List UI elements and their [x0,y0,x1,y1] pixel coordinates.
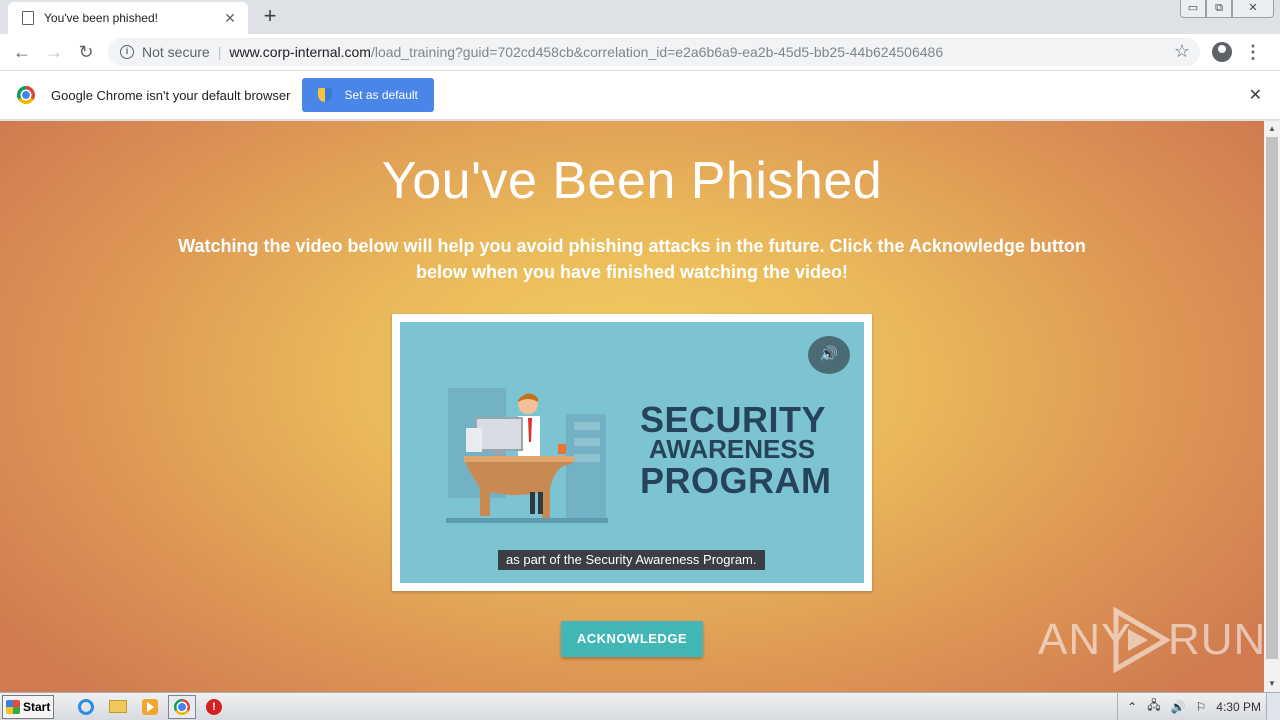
window-close-button[interactable]: ✕ [1232,0,1274,18]
address-bar[interactable]: i Not secure | www.corp-internal.com/loa… [108,38,1200,66]
scroll-up-icon[interactable]: ▲ [1264,121,1280,137]
sound-icon[interactable]: 🔊 [808,336,850,374]
chrome-logo-icon [17,86,35,104]
taskbar-explorer[interactable] [104,695,132,719]
taskbar-ie[interactable] [72,695,100,719]
forward-button[interactable]: → [38,36,70,68]
stop-icon: ! [206,698,222,715]
infobar-message: Google Chrome isn't your default browser [51,87,291,103]
video-player[interactable]: 🔊 SECURITY AWARENESS PROGRAM as part of … [400,322,864,583]
video-title: SECURITY AWARENESS PROGRAM [640,399,832,501]
anyrun-watermark: ANY RUN [1038,607,1264,677]
video-title-line2: AWARENESS [648,434,816,465]
clock[interactable]: 4:30 PM [1216,700,1261,714]
windows-logo-icon [6,699,20,714]
restore-button[interactable]: ⧉ [1206,0,1232,18]
set-as-default-label: Set as default [344,88,418,102]
tab-close-icon[interactable]: ✕ [222,10,238,27]
minimize-button[interactable]: ▭ [1180,0,1206,18]
browser-tab[interactable]: You've been phished! ✕ [8,2,248,34]
play-logo-icon [1113,607,1170,673]
action-center-icon[interactable]: ⚐ [1196,700,1207,714]
acknowledge-button[interactable]: ACKNOWLEDGE [561,621,703,657]
volume-icon[interactable]: 🔊 [1171,700,1186,714]
tab-title: You've been phished! [44,11,158,25]
scroll-down-icon[interactable]: ▼ [1264,676,1280,692]
scroll-thumb[interactable] [1266,137,1278,659]
network-icon[interactable]: 🖧 [1147,696,1160,717]
url-path[interactable]: /load_training?guid=702cd458cb&correlati… [371,44,943,60]
page-title: You've Been Phished [381,152,883,210]
tray-expand-icon[interactable]: ⌃ [1127,700,1137,714]
internet-explorer-icon [78,698,94,715]
browser-toolbar: ← → ↻ i Not secure | www.corp-internal.c… [0,34,1280,70]
info-icon[interactable]: i [120,45,134,59]
folder-icon [109,700,127,713]
office-worker-illustration [446,388,608,523]
taskbar-chrome[interactable] [168,694,196,719]
account-icon[interactable] [1212,42,1232,62]
start-button[interactable]: Start [2,694,54,719]
shield-icon [318,88,333,102]
set-as-default-button[interactable]: Set as default [302,78,434,112]
taskbar-media-player[interactable] [136,695,164,719]
show-desktop-button[interactable] [1266,693,1280,720]
default-browser-infobar: Google Chrome isn't your default browser… [0,70,1280,120]
windows-taskbar: Start ! ⌃ 🖧 🔊 ⚐ 4:30 PM [0,692,1280,720]
bookmark-star-icon[interactable]: ☆ [1174,41,1190,62]
video-title-line3: PROGRAM [640,459,832,501]
start-label: Start [23,699,51,714]
page-scrollbar[interactable]: ▲ ▼ [1264,121,1280,692]
reload-button[interactable]: ↻ [70,36,102,68]
security-label[interactable]: Not secure [142,44,210,60]
taskbar-stop-app[interactable]: ! [200,695,228,719]
chrome-icon [174,698,190,715]
page-icon [22,11,34,25]
infobar-close-icon[interactable]: ✕ [1249,85,1262,105]
url-host[interactable]: www.corp-internal.com [229,44,371,60]
divider: | [217,44,222,60]
media-player-icon [142,698,158,715]
menu-icon[interactable]: ⋮ [1244,42,1262,63]
video-title-line1: SECURITY [640,399,827,440]
system-tray: ⌃ 🖧 🔊 ⚐ 4:30 PM [1117,693,1280,720]
video-caption: as part of the Security Awareness Progra… [498,550,765,570]
watermark-right-text: RUN [1168,615,1264,664]
window-controls: ▭ ⧉ ✕ [1180,0,1274,18]
tab-strip: You've been phished! ✕ + ▭ ⧉ ✕ [0,0,1280,34]
new-tab-button[interactable]: + [258,4,282,28]
instructions-text: Watching the video below will help you a… [178,236,1086,282]
back-button[interactable]: ← [6,36,38,68]
video-frame: 🔊 SECURITY AWARENESS PROGRAM as part of … [392,314,872,591]
page-content: You've Been Phished Watching the video b… [0,121,1264,692]
